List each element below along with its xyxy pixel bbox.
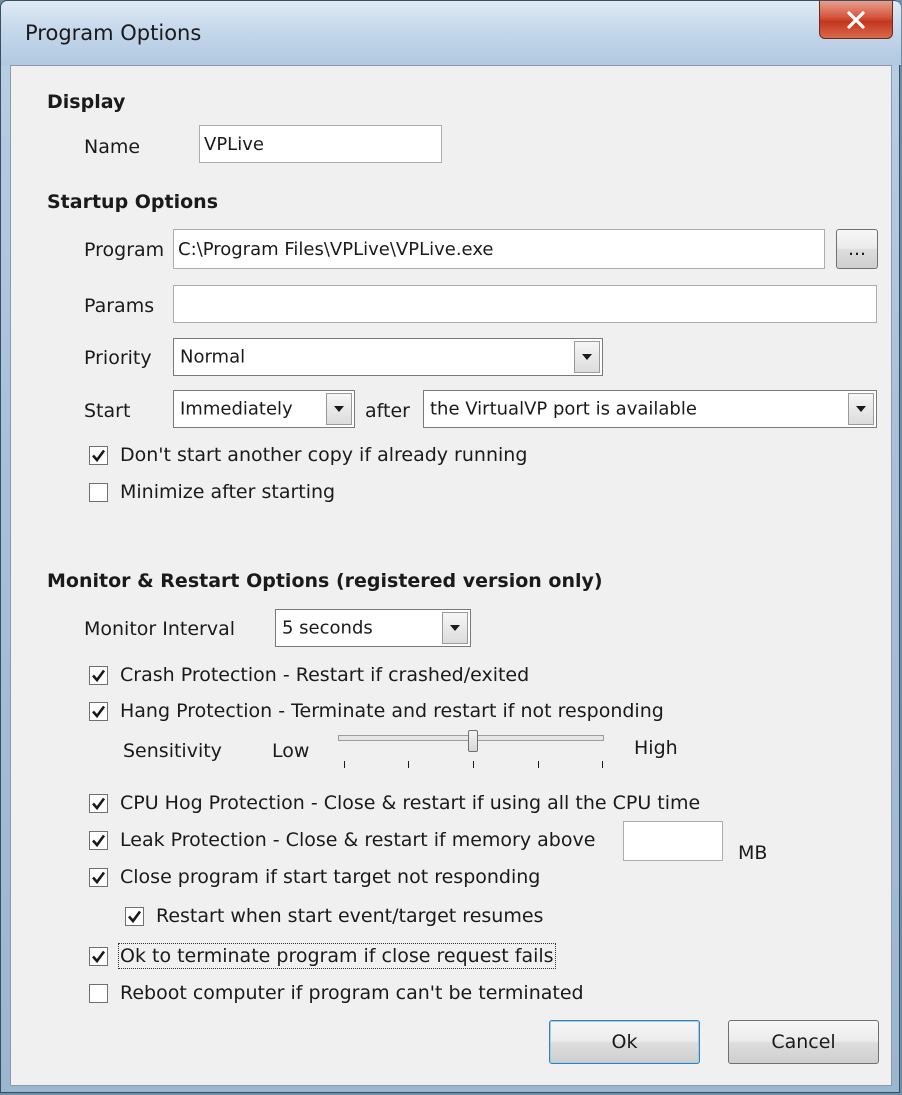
checkbox-box[interactable] [89, 665, 108, 685]
priority-label: Priority [84, 347, 152, 369]
dont-start-copy-label: Don't start another copy if already runn… [120, 444, 528, 466]
checkbox-box[interactable] [89, 793, 108, 813]
program-label: Program [84, 239, 165, 261]
start-label: Start [84, 400, 131, 422]
checkbox-box[interactable] [89, 830, 108, 850]
sensitivity-slider[interactable] [336, 730, 608, 770]
start-when-value: Immediately [180, 398, 293, 420]
close-if-target-label: Close program if start target not respon… [120, 866, 541, 888]
crash-protection-checkbox[interactable]: Crash Protection - Restart if crashed/ex… [89, 664, 529, 686]
leak-protection-checkbox[interactable]: Leak Protection - Close & restart if mem… [89, 829, 595, 851]
program-path-field[interactable] [173, 229, 825, 269]
window-title: Program Options [25, 21, 202, 45]
checkmark-icon [92, 449, 106, 462]
crash-protection-label: Crash Protection - Restart if crashed/ex… [120, 664, 530, 686]
cancel-button-label: Cancel [771, 1031, 836, 1053]
monitor-interval-value: 5 seconds [282, 617, 373, 639]
display-heading: Display [47, 91, 126, 113]
checkbox-box[interactable] [125, 906, 144, 926]
chevron-down-icon[interactable] [442, 612, 468, 644]
checkmark-icon [92, 797, 106, 810]
ok-button[interactable]: Ok [549, 1020, 700, 1064]
ok-to-terminate-label: Ok to terminate program if close request… [118, 943, 556, 969]
cancel-button[interactable]: Cancel [728, 1020, 879, 1064]
checkbox-box[interactable] [89, 983, 108, 1003]
checkmark-icon [92, 834, 106, 847]
title-bar[interactable]: Program Options [1, 1, 901, 65]
checkbox-box[interactable] [89, 701, 108, 721]
checkmark-icon [92, 669, 106, 682]
slider-tick [344, 761, 345, 768]
chevron-down-icon[interactable] [326, 393, 352, 425]
checkbox-box[interactable] [89, 445, 108, 465]
checkbox-box[interactable] [89, 867, 108, 887]
leak-mb-field[interactable] [623, 821, 723, 861]
checkbox-box[interactable] [89, 946, 108, 966]
dialog-window: Program Options Display Name Startup Opt… [0, 0, 901, 1093]
browse-button[interactable]: ... [836, 229, 878, 269]
start-when-dropdown[interactable]: Immediately [173, 390, 355, 428]
chevron-down-icon[interactable] [848, 393, 874, 425]
sensitivity-label: Sensitivity [123, 740, 222, 762]
name-field[interactable] [199, 125, 442, 163]
sensitivity-low-label: Low [272, 740, 310, 762]
minimize-after-label: Minimize after starting [120, 481, 336, 503]
leak-protection-label: Leak Protection - Close & restart if mem… [120, 829, 596, 851]
monitor-interval-dropdown[interactable]: 5 seconds [275, 609, 471, 647]
ok-to-terminate-checkbox[interactable]: Ok to terminate program if close request… [89, 943, 556, 969]
dont-start-copy-checkbox[interactable]: Don't start another copy if already runn… [89, 444, 527, 466]
reboot-computer-label: Reboot computer if program can't be term… [120, 982, 584, 1004]
checkmark-icon [92, 871, 106, 884]
dialog-client-area: Display Name Startup Options Program ...… [10, 65, 892, 1086]
hang-protection-label: Hang Protection - Terminate and restart … [120, 700, 664, 722]
priority-dropdown[interactable]: Normal [173, 338, 603, 376]
checkmark-icon [92, 705, 106, 718]
checkmark-icon [128, 910, 142, 923]
slider-thumb[interactable] [468, 730, 478, 752]
browse-button-label: ... [847, 238, 867, 260]
monitor-interval-label: Monitor Interval [84, 618, 236, 640]
monitor-heading: Monitor & Restart Options (registered ve… [47, 570, 603, 592]
params-label: Params [84, 295, 155, 317]
reboot-computer-checkbox[interactable]: Reboot computer if program can't be term… [89, 982, 584, 1004]
slider-tick [538, 761, 539, 768]
close-if-target-checkbox[interactable]: Close program if start target not respon… [89, 866, 540, 888]
sensitivity-high-label: High [634, 737, 678, 759]
close-button[interactable] [819, 1, 893, 39]
chevron-down-icon[interactable] [574, 341, 600, 373]
cpu-hog-label: CPU Hog Protection - Close & restart if … [120, 792, 701, 814]
params-field[interactable] [173, 285, 877, 323]
ok-button-label: Ok [611, 1031, 638, 1053]
leak-mb-unit: MB [738, 842, 768, 864]
start-condition-dropdown[interactable]: the VirtualVP port is available [423, 390, 877, 428]
start-condition-value: the VirtualVP port is available [430, 398, 697, 420]
priority-value: Normal [180, 346, 246, 368]
checkbox-box[interactable] [89, 482, 108, 502]
restart-when-resumes-checkbox[interactable]: Restart when start event/target resumes [125, 905, 543, 927]
after-label: after [365, 400, 410, 422]
cpu-hog-checkbox[interactable]: CPU Hog Protection - Close & restart if … [89, 792, 700, 814]
startup-heading: Startup Options [47, 191, 219, 213]
restart-when-resumes-label: Restart when start event/target resumes [156, 905, 544, 927]
slider-tick [408, 761, 409, 768]
hang-protection-checkbox[interactable]: Hang Protection - Terminate and restart … [89, 700, 664, 722]
minimize-after-checkbox[interactable]: Minimize after starting [89, 481, 335, 503]
close-icon [847, 10, 865, 29]
slider-tick [602, 761, 603, 768]
slider-tick [473, 761, 474, 768]
checkmark-icon [92, 950, 106, 963]
name-label: Name [84, 136, 141, 158]
